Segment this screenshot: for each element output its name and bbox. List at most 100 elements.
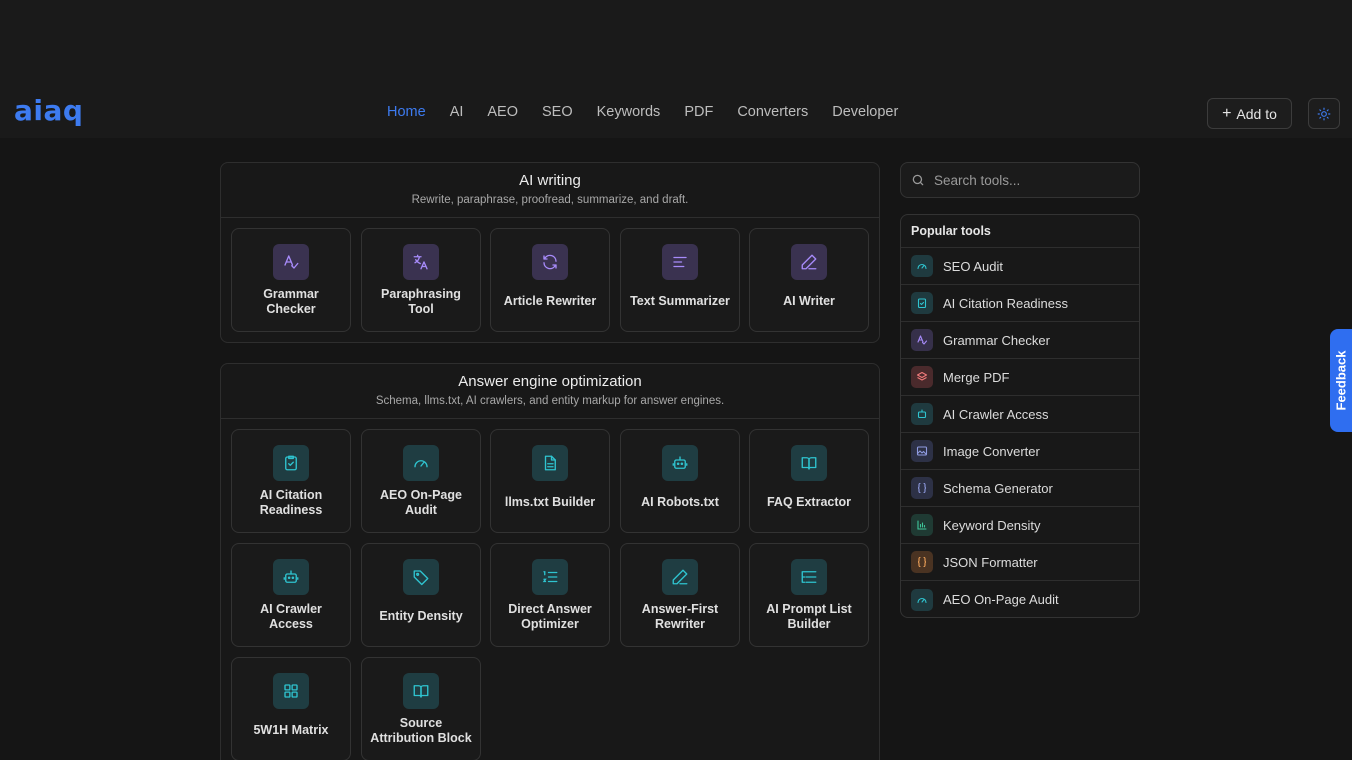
tool-card-label: 5W1H Matrix: [253, 723, 329, 737]
site-logo[interactable]: aiaq: [14, 96, 83, 126]
nav-aeo[interactable]: AEO: [487, 103, 518, 121]
tool-card-label: Article Rewriter: [503, 294, 597, 308]
plus-icon: +: [1222, 104, 1232, 122]
popular-item-label: Schema Generator: [943, 480, 1053, 496]
tool-card-label: Direct Answer Optimizer: [508, 601, 592, 631]
popular-item-ai-citation-readiness[interactable]: AI Citation Readiness: [901, 285, 1139, 322]
popular-item-keyword-density[interactable]: Keyword Density: [901, 507, 1139, 544]
list-tree-icon: [791, 559, 827, 595]
tool-card-ai-prompt-list-builder[interactable]: AI Prompt List Builder: [749, 543, 869, 647]
tool-card-source-attribution-block[interactable]: Source Attribution Block: [361, 657, 481, 760]
popular-item-aeo-on-page-audit[interactable]: AEO On-Page Audit: [901, 581, 1139, 617]
main-nav: Home AI AEO SEO Keywords PDF Converters …: [387, 103, 922, 121]
refresh-icon: [532, 244, 568, 280]
tool-card-label: Grammar Checker: [263, 286, 319, 316]
popular-item-grammar-checker[interactable]: Grammar Checker: [901, 322, 1139, 359]
nav-keywords[interactable]: Keywords: [597, 103, 661, 121]
tool-card-label: Source Attribution Block: [370, 715, 472, 745]
tool-card-llms-txt-builder[interactable]: llms.txt Builder: [490, 429, 610, 533]
pencil-icon: [662, 559, 698, 595]
feedback-tab[interactable]: Feedback: [1330, 329, 1352, 432]
section-ai-writing: AI writing Rewrite, paraphrase, proofrea…: [220, 162, 880, 343]
image-icon: [911, 440, 933, 462]
popular-item-ai-crawler-access[interactable]: AI Crawler Access: [901, 396, 1139, 433]
popular-item-label: Grammar Checker: [943, 332, 1050, 348]
gauge-icon: [403, 445, 439, 481]
popular-item-label: AI Citation Readiness: [943, 295, 1069, 311]
bar-chart-icon: [911, 514, 933, 536]
popular-item-schema-generator[interactable]: Schema Generator: [901, 470, 1139, 507]
section-title: Answer engine optimization: [458, 373, 642, 390]
popular-item-label: SEO Audit: [943, 258, 1003, 274]
gauge-icon: [911, 588, 933, 611]
tool-card-paraphrasing-tool[interactable]: Paraphrasing Tool: [361, 228, 481, 332]
sun-icon: [1317, 107, 1331, 120]
nav-converters[interactable]: Converters: [737, 103, 808, 121]
robot-icon: [911, 403, 933, 425]
popular-item-seo-audit[interactable]: SEO Audit: [901, 248, 1139, 285]
braces-icon: [911, 477, 933, 499]
popular-item-label: JSON Formatter: [943, 554, 1038, 570]
section-subtitle: Schema, llms.txt, AI crawlers, and entit…: [375, 395, 725, 407]
popular-item-label: Merge PDF: [943, 369, 1010, 385]
top-band: [0, 0, 1352, 86]
gauge-icon: [911, 255, 933, 277]
popular-item-json-formatter[interactable]: JSON Formatter: [901, 544, 1139, 581]
add-to-label: Add to: [1236, 105, 1277, 122]
book-icon: [403, 673, 439, 709]
braces-icon: [911, 551, 933, 573]
tool-card-ai-crawler-access[interactable]: AI Crawler Access: [231, 543, 351, 647]
popular-item-image-converter[interactable]: Image Converter: [901, 433, 1139, 470]
tool-card-label: Text Summarizer: [630, 294, 730, 308]
nav-seo[interactable]: SEO: [542, 103, 573, 121]
tool-card-text-summarizer[interactable]: Text Summarizer: [620, 228, 740, 332]
tool-card-label: AI Citation Readiness: [259, 487, 323, 517]
popular-item-label: AI Crawler Access: [943, 406, 1049, 422]
tool-card-label: llms.txt Builder: [504, 495, 596, 509]
nav-home[interactable]: Home: [387, 103, 426, 121]
section-subtitle: Rewrite, paraphrase, proofread, summariz…: [411, 194, 689, 206]
popular-item-label: Keyword Density: [943, 517, 1041, 533]
popular-tools-panel: Popular tools SEO Audit AI Citation Read…: [900, 214, 1140, 618]
section-title: AI writing: [519, 172, 581, 189]
tool-card-faq-extractor[interactable]: FAQ Extractor: [749, 429, 869, 533]
robot-icon: [273, 559, 309, 595]
robot-icon: [662, 445, 698, 481]
tool-card-entity-density[interactable]: Entity Density: [361, 543, 481, 647]
nav-pdf[interactable]: PDF: [684, 103, 713, 121]
navbar: aiaq Home AI AEO SEO Keywords PDF Conver…: [0, 86, 1352, 138]
tool-card-direct-answer-optimizer[interactable]: Direct Answer Optimizer: [490, 543, 610, 647]
list-numbered-icon: [532, 559, 568, 595]
nav-ai[interactable]: AI: [450, 103, 464, 121]
clipboard-check-icon: [273, 445, 309, 481]
section-header: AI writing Rewrite, paraphrase, proofrea…: [221, 163, 879, 218]
tool-card-article-rewriter[interactable]: Article Rewriter: [490, 228, 610, 332]
tool-card-ai-writer[interactable]: AI Writer: [749, 228, 869, 332]
grammar-icon: [911, 329, 933, 351]
tool-card-label: AEO On-Page Audit: [380, 487, 462, 517]
tool-card-answer-first-rewriter[interactable]: Answer-First Rewriter: [620, 543, 740, 647]
document-icon: [532, 445, 568, 481]
tool-card-5w1h-matrix[interactable]: 5W1H Matrix: [231, 657, 351, 760]
popular-item-label: AEO On-Page Audit: [943, 592, 1059, 607]
book-icon: [791, 445, 827, 481]
nav-developer[interactable]: Developer: [832, 103, 898, 121]
search-box: [900, 162, 1140, 198]
clipboard-check-icon: [911, 292, 933, 314]
tool-card-ai-citation-readiness[interactable]: AI Citation Readiness: [231, 429, 351, 533]
tool-card-ai-robots-txt[interactable]: AI Robots.txt: [620, 429, 740, 533]
tool-card-label: Entity Density: [379, 609, 463, 623]
tool-card-label: AI Writer: [783, 294, 835, 308]
tool-card-label: Answer-First Rewriter: [641, 601, 719, 631]
grammar-icon: [273, 244, 309, 280]
add-to-button[interactable]: + Add to: [1207, 98, 1292, 129]
search-input[interactable]: [934, 172, 1124, 188]
tool-card-aeo-on-page-audit[interactable]: AEO On-Page Audit: [361, 429, 481, 533]
text-lines-icon: [662, 244, 698, 280]
popular-item-merge-pdf[interactable]: Merge PDF: [901, 359, 1139, 396]
theme-toggle-button[interactable]: [1308, 98, 1340, 129]
tool-card-grammar-checker[interactable]: Grammar Checker: [231, 228, 351, 332]
tool-card-label: Paraphrasing Tool: [381, 286, 461, 316]
pencil-icon: [791, 244, 827, 280]
feedback-label: Feedback: [1333, 350, 1349, 411]
